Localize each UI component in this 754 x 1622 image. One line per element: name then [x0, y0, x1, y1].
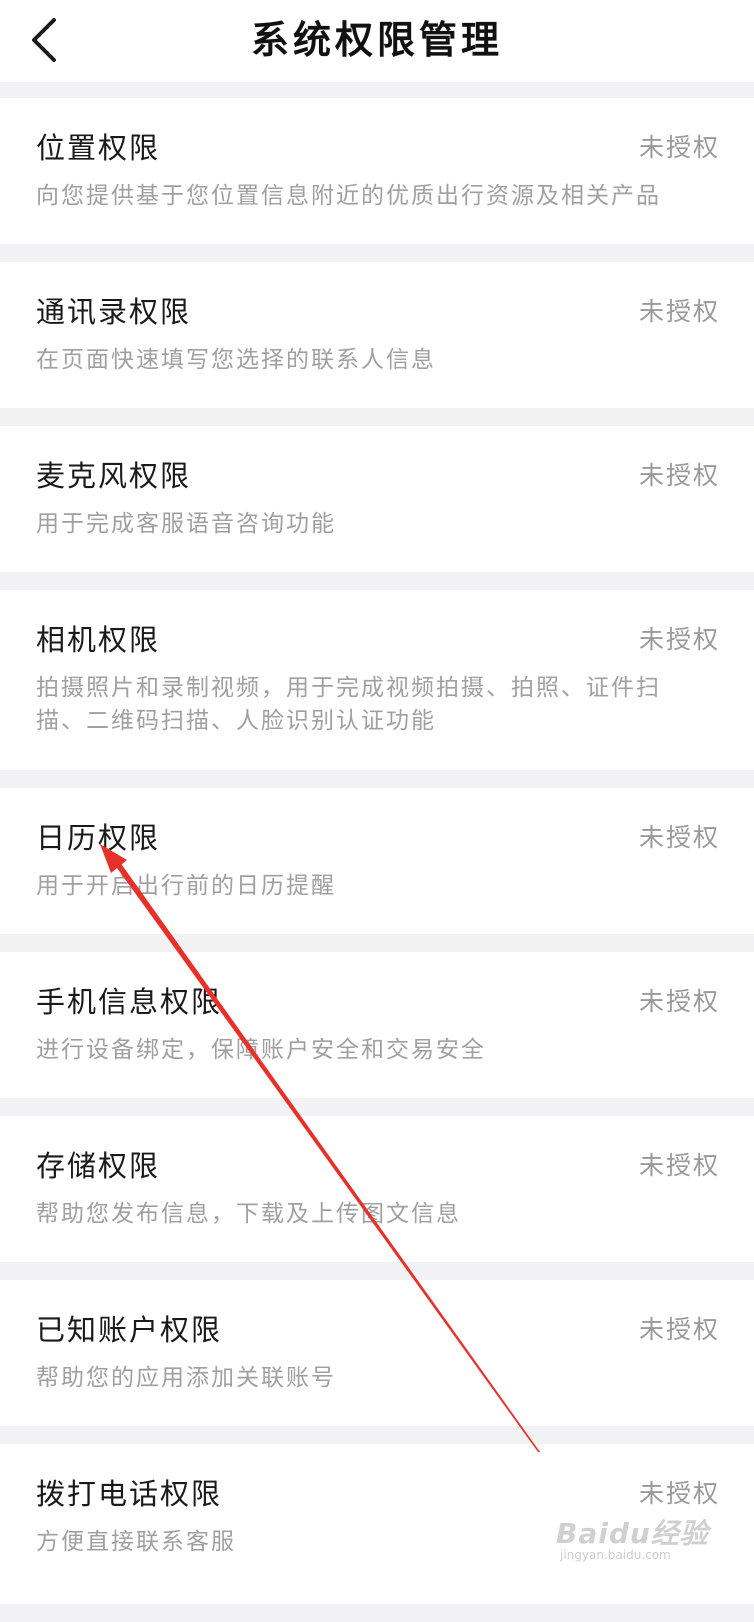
permission-title: 通讯录权限 — [36, 295, 192, 329]
permission-description: 用于完成客服语音咨询功能 — [36, 511, 336, 537]
permission-title: 日历权限 — [36, 821, 161, 855]
permission-description: 帮助您的应用添加关联账号 — [36, 1365, 336, 1391]
permission-status: 未授权 — [638, 987, 720, 1016]
permission-description: 帮助您发布信息，下载及上传图文信息 — [36, 1201, 461, 1227]
permission-description: 方便直接联系客服 — [36, 1529, 236, 1555]
permission-status: 未授权 — [638, 461, 720, 490]
permission-description: 在页面快速填写您选择的联系人信息 — [36, 347, 436, 373]
permission-item-phone-info[interactable]: 手机信息权限 未授权 进行设备绑定，保障账户安全和交易安全 — [0, 952, 754, 1098]
permission-status: 未授权 — [638, 133, 720, 162]
permission-status: 未授权 — [638, 625, 720, 654]
permission-item-storage[interactable]: 存储权限 未授权 帮助您发布信息，下载及上传图文信息 — [0, 1116, 754, 1262]
permission-item-accounts[interactable]: 已知账户权限 未授权 帮助您的应用添加关联账号 — [0, 1280, 754, 1426]
permission-title: 位置权限 — [36, 131, 161, 165]
permission-list: 位置权限 未授权 向您提供基于您位置信息附近的优质出行资源及相关产品 通讯录权限… — [0, 98, 754, 1622]
permission-item-contacts[interactable]: 通讯录权限 未授权 在页面快速填写您选择的联系人信息 — [0, 262, 754, 408]
permission-title: 已知账户权限 — [36, 1313, 223, 1347]
permission-status: 未授权 — [638, 1151, 720, 1180]
permission-title: 存储权限 — [36, 1149, 161, 1183]
permission-title: 手机信息权限 — [36, 985, 223, 1019]
permission-description: 用于开启出行前的日历提醒 — [36, 873, 336, 899]
permission-item-location[interactable]: 位置权限 未授权 向您提供基于您位置信息附近的优质出行资源及相关产品 — [0, 98, 754, 244]
permission-item-camera[interactable]: 相机权限 未授权 拍摄照片和录制视频，用于完成视频拍摄、拍照、证件扫描、二维码扫… — [0, 590, 754, 770]
permission-status: 未授权 — [638, 1479, 720, 1508]
permission-item-phone-call[interactable]: 拨打电话权限 未授权 方便直接联系客服 — [0, 1444, 754, 1604]
top-bar: 系统权限管理 — [0, 0, 754, 82]
permission-title: 麦克风权限 — [36, 459, 192, 493]
permission-title: 相机权限 — [36, 623, 161, 657]
permission-status: 未授权 — [638, 823, 720, 852]
permission-status: 未授权 — [638, 297, 720, 326]
permission-description: 拍摄照片和录制视频，用于完成视频拍摄、拍照、证件扫描、二维码扫描、人脸识别认证功… — [36, 675, 661, 734]
permission-status: 未授权 — [638, 1315, 720, 1344]
permission-title: 拨打电话权限 — [36, 1477, 223, 1511]
page-title: 系统权限管理 — [250, 18, 503, 62]
permission-description: 向您提供基于您位置信息附近的优质出行资源及相关产品 — [36, 183, 661, 209]
permission-item-calendar[interactable]: 日历权限 未授权 用于开启出行前的日历提醒 — [0, 788, 754, 934]
permission-description: 进行设备绑定，保障账户安全和交易安全 — [36, 1037, 486, 1063]
permission-item-microphone[interactable]: 麦克风权限 未授权 用于完成客服语音咨询功能 — [0, 426, 754, 572]
